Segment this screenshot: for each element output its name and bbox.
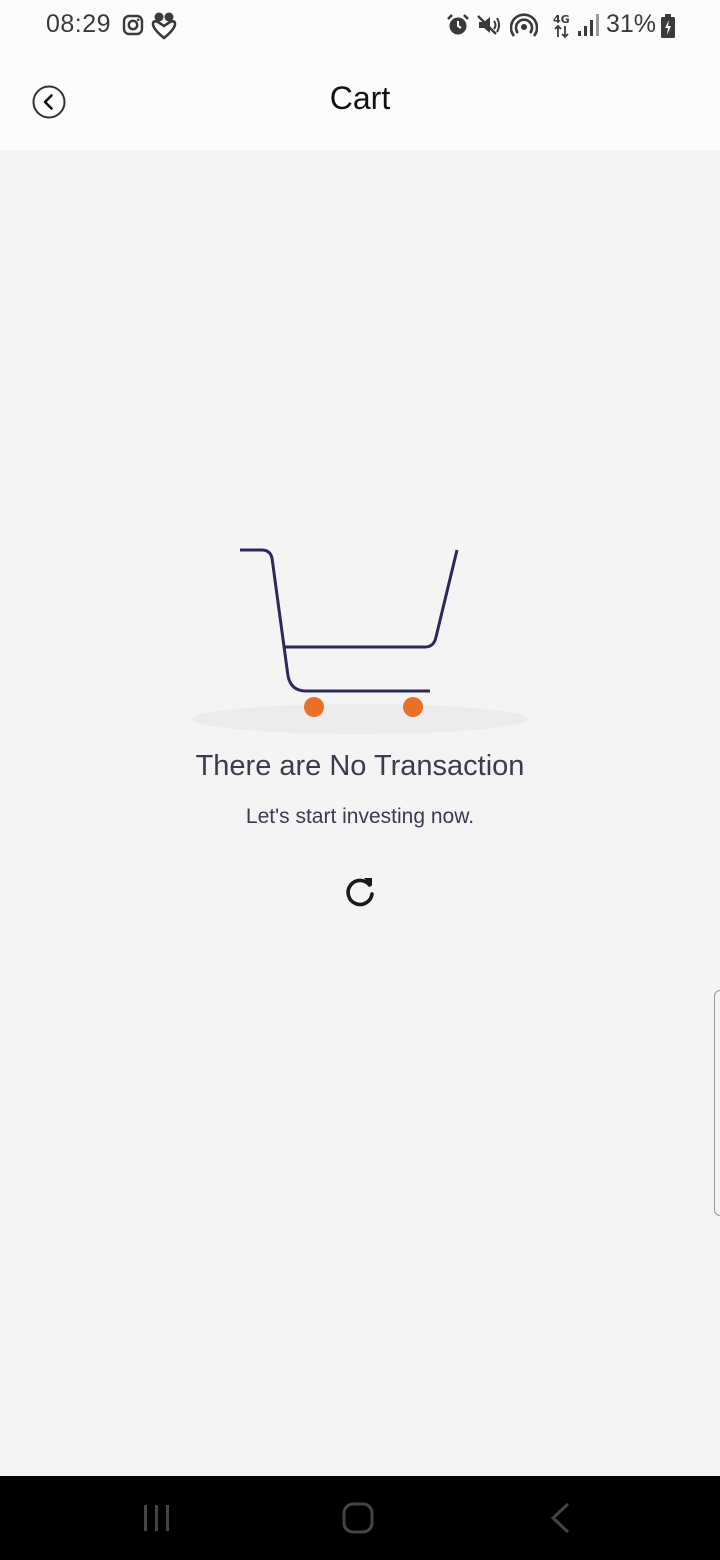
empty-state-subtitle: Let's start investing now. xyxy=(245,805,475,828)
instagram-icon xyxy=(122,14,144,36)
refresh-icon xyxy=(346,878,374,907)
refresh-button[interactable] xyxy=(342,874,378,910)
alarm-icon xyxy=(447,14,469,35)
empty-state-title: There are No Transaction xyxy=(195,750,525,782)
page-title: Cart xyxy=(329,80,391,116)
battery-charging-icon xyxy=(661,14,675,38)
app-notification-icon xyxy=(151,12,177,40)
hotspot-icon xyxy=(510,13,538,37)
empty-cart-content: There are No Transaction Let's start inv… xyxy=(0,150,720,1476)
back-icon xyxy=(550,1502,570,1534)
home-icon xyxy=(342,1502,374,1534)
home-button[interactable] xyxy=(338,1498,378,1538)
shopping-cart-icon xyxy=(192,548,528,734)
mute-icon xyxy=(477,15,500,35)
nav-back-button[interactable] xyxy=(540,1498,580,1538)
4g-icon: 4G xyxy=(553,13,570,39)
header: Cart xyxy=(0,52,720,150)
recent-apps-icon xyxy=(144,1505,169,1531)
signal-icon xyxy=(578,14,599,36)
system-nav-bar xyxy=(0,1476,720,1560)
status-bar: 08:29 4G 31% xyxy=(0,0,720,52)
edge-panel-handle[interactable] xyxy=(714,990,720,1216)
recent-apps-button[interactable] xyxy=(137,1498,177,1538)
svg-text:4G: 4G xyxy=(553,13,570,26)
battery-level: 31% xyxy=(606,10,657,38)
status-time: 08:29 xyxy=(46,10,112,38)
